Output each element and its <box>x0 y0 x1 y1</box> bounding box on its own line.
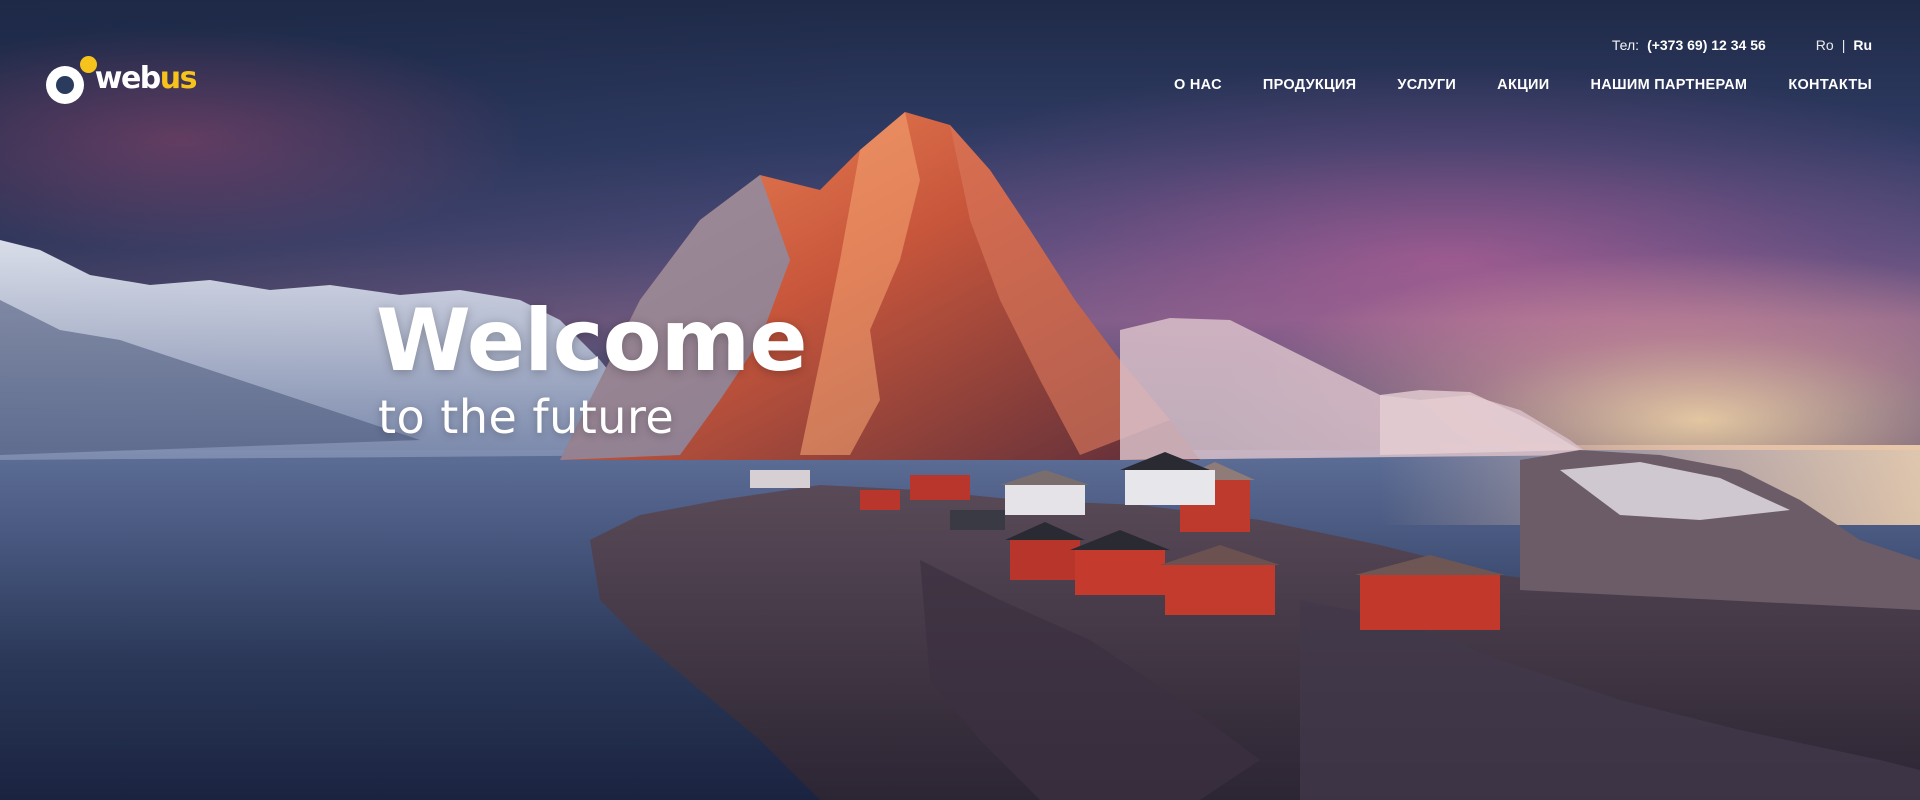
hero-title: Welcome <box>376 291 808 391</box>
hero-subtitle: to the future <box>378 390 675 444</box>
logo-text-us: us <box>159 61 198 96</box>
nav-item-services[interactable]: УСЛУГИ <box>1397 77 1456 93</box>
phone-number-link[interactable]: (+373 69) 12 34 56 <box>1647 37 1766 53</box>
language-ru-link[interactable]: Ru <box>1853 37 1872 53</box>
nav-item-promotions[interactable]: АКЦИИ <box>1497 77 1549 93</box>
language-separator: | <box>1841 37 1846 53</box>
nav-item-partners[interactable]: НАШИМ ПАРТНЕРАМ <box>1590 77 1747 93</box>
nav-item-products[interactable]: ПРОДУКЦИЯ <box>1263 77 1357 93</box>
logo-mark-icon <box>46 54 97 104</box>
language-ro-link[interactable]: Ro <box>1816 37 1834 53</box>
logo[interactable]: webus <box>46 36 198 104</box>
hero-landscape-image <box>0 112 1920 800</box>
header-topbar: Тел: (+373 69) 12 34 56 Ro | Ru <box>1612 37 1872 53</box>
logo-text-web: web <box>94 61 162 96</box>
hero-section <box>0 0 1920 800</box>
hero-headline: Welcome to the future <box>376 291 808 444</box>
logo-wordmark: webus <box>94 61 198 96</box>
main-navigation: О НАС ПРОДУКЦИЯ УСЛУГИ АКЦИИ НАШИМ ПАРТН… <box>1174 77 1872 93</box>
nav-item-about[interactable]: О НАС <box>1174 77 1222 93</box>
phone-label: Тел: <box>1611 37 1640 53</box>
nav-item-contacts[interactable]: КОНТАКТЫ <box>1788 77 1872 93</box>
